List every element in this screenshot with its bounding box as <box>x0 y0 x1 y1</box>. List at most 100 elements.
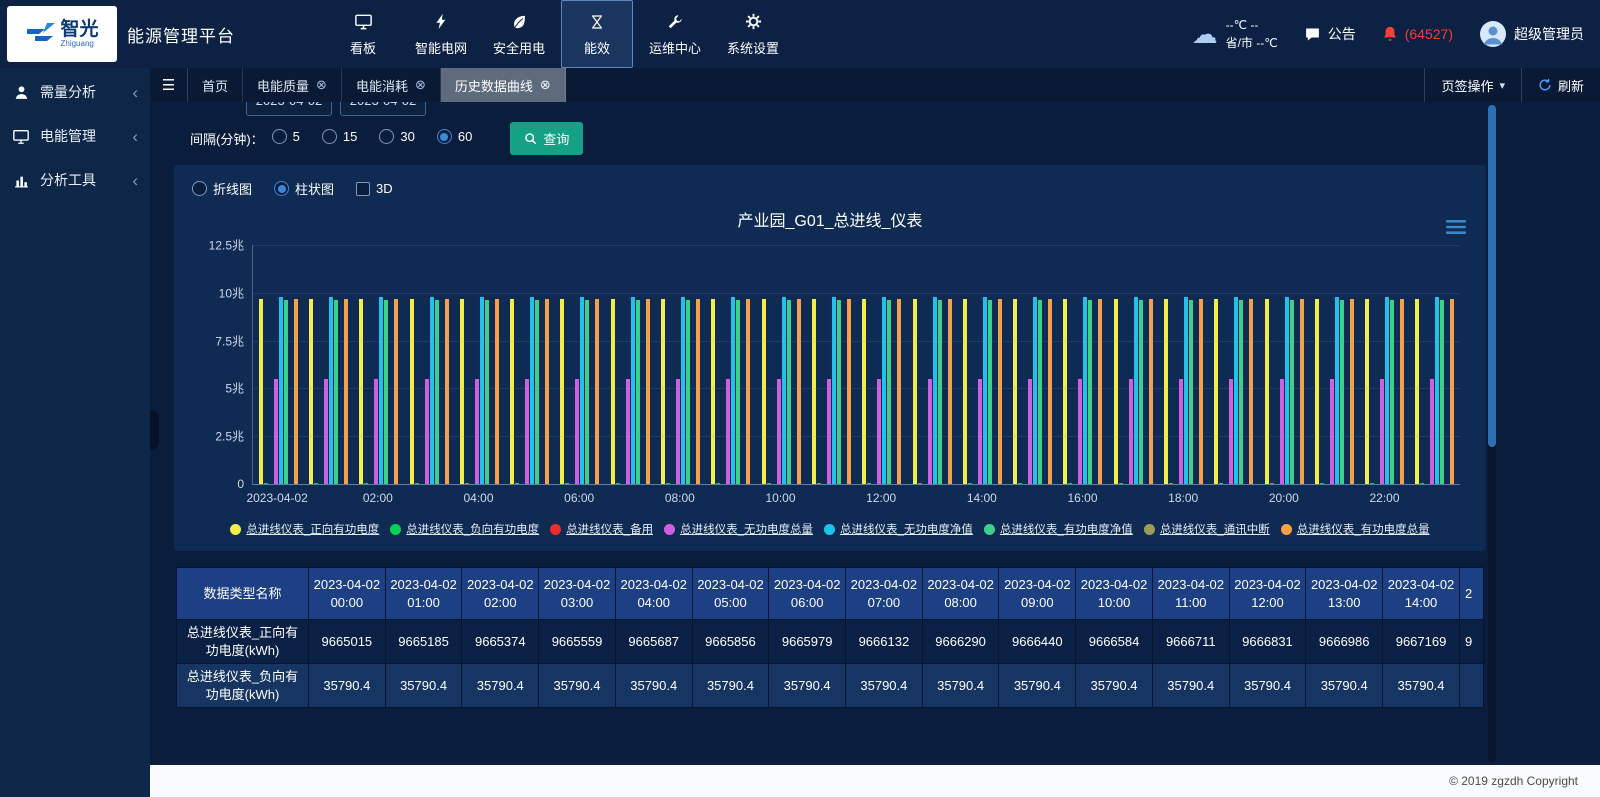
sidebar-item-需量分析[interactable]: 需量分析‹ <box>0 70 150 114</box>
legend-item[interactable]: 总进线仪表_通讯中断 <box>1144 521 1270 537</box>
nav-item-能效[interactable]: 能效 <box>561 0 633 68</box>
scrollbar-thumb[interactable] <box>1488 105 1496 447</box>
chevron-left-icon: ‹ <box>132 128 138 145</box>
bar <box>1098 299 1102 484</box>
bar <box>611 299 615 484</box>
nav-item-运维中心[interactable]: 运维中心 <box>639 0 711 68</box>
bar <box>963 299 967 484</box>
gear-icon <box>744 12 763 32</box>
interval-option-60[interactable]: 60 <box>437 129 472 144</box>
announcement-button[interactable]: 公告 <box>1304 24 1356 44</box>
bar <box>1048 299 1052 484</box>
tab-close-icon[interactable]: ⊗ <box>540 77 551 93</box>
legend-item[interactable]: 总进线仪表_无功电度总量 <box>664 521 813 537</box>
chart-menu-icon[interactable] <box>1444 217 1468 237</box>
refresh-button[interactable]: 刷新 <box>1521 68 1600 102</box>
tab-电能质量[interactable]: 电能质量⊗ <box>243 68 342 102</box>
tab-电能消耗[interactable]: 电能消耗⊗ <box>342 68 441 102</box>
alarm-button[interactable]: (64527) <box>1382 25 1453 43</box>
bar <box>1315 299 1319 484</box>
bar <box>1179 379 1183 484</box>
bar-group-22:00 <box>1360 245 1410 484</box>
tab-close-icon[interactable]: ⊗ <box>316 77 327 93</box>
cell-value: 9665015 <box>309 620 386 664</box>
search-button[interactable]: 查询 <box>510 122 583 155</box>
vertical-scrollbar[interactable] <box>1488 105 1496 762</box>
tab-历史数据曲线[interactable]: 历史数据曲线⊗ <box>441 68 566 102</box>
x-axis-tick-label: 12:00 <box>866 491 896 505</box>
nav-item-安全用电[interactable]: 安全用电 <box>483 0 555 68</box>
cell-value: 35790.4 <box>1076 664 1153 708</box>
bar-chart-icon <box>12 172 30 189</box>
bar <box>545 299 549 484</box>
gridline <box>253 245 1460 246</box>
bar <box>1239 300 1243 484</box>
date-from-input[interactable]: 2023-04-02 <box>246 102 332 116</box>
user-menu[interactable]: 超级管理员 <box>1479 20 1584 48</box>
legend-item[interactable]: 总进线仪表_正向有功电度 <box>230 521 379 537</box>
interval-option-5[interactable]: 5 <box>272 129 300 144</box>
tab-首页[interactable]: 首页 <box>188 68 243 102</box>
x-axis-tick-label: 18:00 <box>1168 491 1198 505</box>
bar <box>1088 300 1092 484</box>
table-header-type-name: 数据类型名称 <box>177 568 309 620</box>
bar <box>736 300 740 484</box>
bar <box>1330 379 1334 484</box>
bar <box>595 299 599 484</box>
bar <box>394 299 398 484</box>
tab-operations-button[interactable]: 页签操作 ▾ <box>1424 68 1521 102</box>
bar <box>279 297 283 484</box>
sidebar-item-电能管理[interactable]: 电能管理‹ <box>0 114 150 158</box>
refresh-label: 刷新 <box>1558 76 1584 95</box>
x-axis-tick-label: 10:00 <box>765 491 795 505</box>
cell-value: 35790.4 <box>615 664 692 708</box>
app-header: 智光 Zhiguang 能源管理平台 看板智能电网安全用电能效运维中心系统设置 … <box>0 0 1600 68</box>
table-header-timestamp: 2023-04-0200:00 <box>309 568 386 620</box>
bar <box>1134 297 1138 484</box>
bar-group-18:00 <box>1158 245 1208 484</box>
bar <box>1435 297 1439 484</box>
bar <box>938 300 942 484</box>
legend-dot <box>984 524 995 535</box>
bar <box>1249 299 1253 484</box>
sidebar-toggle-button[interactable]: ☰ <box>150 68 188 102</box>
bar <box>1164 299 1168 484</box>
nav-item-智能电网[interactable]: 智能电网 <box>405 0 477 68</box>
copyright-text: © 2019 zgzdh Copyright <box>1449 774 1578 788</box>
tab-close-icon[interactable]: ⊗ <box>415 77 426 93</box>
legend-item[interactable]: 总进线仪表_负向有功电度 <box>390 521 539 537</box>
cell-value: 9665374 <box>462 620 539 664</box>
legend-item[interactable]: 总进线仪表_有功电度净值 <box>984 521 1133 537</box>
bar <box>1280 379 1284 484</box>
nav-item-系统设置[interactable]: 系统设置 <box>717 0 789 68</box>
chart-type-option-折线图[interactable]: 折线图 <box>192 179 252 198</box>
interval-option-30[interactable]: 30 <box>379 129 414 144</box>
sidebar-collapse-handle[interactable] <box>150 410 159 450</box>
interval-option-label: 60 <box>458 129 472 144</box>
chart-type-option-3D[interactable]: 3D <box>356 181 393 196</box>
bar-group-03:00 <box>404 245 454 484</box>
legend-item[interactable]: 总进线仪表_无功电度净值 <box>824 521 973 537</box>
bar <box>988 300 992 484</box>
gridline <box>253 388 1460 389</box>
user-icon <box>12 84 30 101</box>
bar <box>535 300 539 484</box>
bar <box>1078 379 1082 484</box>
legend-item[interactable]: 总进线仪表_备用 <box>550 521 653 537</box>
legend-dot <box>1144 524 1155 535</box>
chart-type-option-柱状图[interactable]: 柱状图 <box>274 179 334 198</box>
y-axis-tick-label: 0 <box>237 477 244 491</box>
nav-item-看板[interactable]: 看板 <box>327 0 399 68</box>
x-axis-tick-label: 14:00 <box>967 491 997 505</box>
legend-item[interactable]: 总进线仪表_有功电度总量 <box>1281 521 1430 537</box>
plot-wrap: 12.5兆10兆7.5兆5兆2.5兆0 2023-04-0202:0004:00… <box>192 245 1468 505</box>
weather-temp: --℃ -- <box>1226 16 1278 34</box>
avatar <box>1479 20 1507 48</box>
cell-value: 9666290 <box>922 620 999 664</box>
cell-value: 35790.4 <box>385 664 462 708</box>
y-axis-tick-label: 12.5兆 <box>209 237 244 254</box>
interval-option-15[interactable]: 15 <box>322 129 357 144</box>
date-to-input[interactable]: 2023-04-02 <box>340 102 426 116</box>
sidebar-item-分析工具[interactable]: 分析工具‹ <box>0 158 150 202</box>
hourglass-icon <box>589 12 605 32</box>
